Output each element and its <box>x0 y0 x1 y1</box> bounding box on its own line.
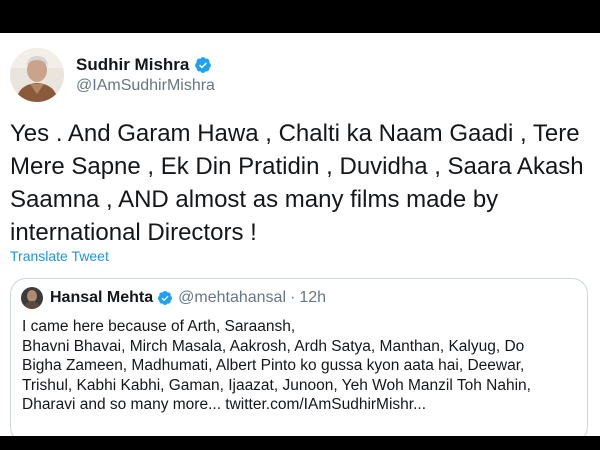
translate-tweet-link[interactable]: Translate Tweet <box>10 248 109 264</box>
author-avatar[interactable] <box>10 48 64 102</box>
verified-badge-icon <box>195 57 212 73</box>
quoted-text-line: Bhavni Bhavai, Mirch Masala, Aakrosh, Ar… <box>22 337 525 355</box>
quoted-text-line: Trishul, Kabhi Kabhi, Gaman, Ijaazat, Ju… <box>22 376 531 394</box>
tweet-text: Yes . And Garam Hawa , Chalti ka Naam Ga… <box>10 117 595 249</box>
quoted-author-name[interactable]: Hansal Mehta <box>50 289 153 307</box>
author-avatar-image <box>10 48 64 102</box>
quoted-text-line[interactable]: Dharavi and so many more... twitter.com/… <box>22 395 582 415</box>
quoted-text-line: I came here because of Arth, Saraansh, <box>22 318 296 335</box>
author-info: Sudhir Mishra @IAmSudhirMishra <box>76 55 215 95</box>
quoted-tweet-time[interactable]: 12h <box>299 289 326 307</box>
quoted-tweet-text: I came here because of Arth, Saraansh, B… <box>22 317 582 415</box>
tweet-text-line: international Directors ! <box>10 219 257 246</box>
author-name[interactable]: Sudhir Mishra <box>76 55 189 75</box>
tweet-card: Sudhir Mishra @IAmSudhirMishra Yes . And… <box>0 33 600 436</box>
verified-badge-icon <box>158 291 173 305</box>
quoted-author-avatar[interactable] <box>21 287 43 309</box>
quoted-text-line: Bigha Zameen, Madhumati, Albert Pinto ko… <box>22 357 525 375</box>
tweet-text-line: Saamna , AND almost as many films made b… <box>10 186 499 213</box>
tweet-text-line: Mere Sapne , Ek Din Pratidin , Duvidha ,… <box>10 153 584 180</box>
quoted-author-handle[interactable]: @mehtahansal <box>178 289 286 307</box>
quoted-tweet[interactable]: Hansal Mehta @mehtahansal · 12h I came h… <box>10 278 588 436</box>
tweet-text-line: Yes . And Garam Hawa , Chalti ka Naam Ga… <box>10 120 580 147</box>
tweet-author-row[interactable]: Sudhir Mishra @IAmSudhirMishra <box>10 47 215 103</box>
quoted-tweet-header: Hansal Mehta @mehtahansal · 12h <box>21 287 326 309</box>
author-handle[interactable]: @IAmSudhirMishra <box>76 77 215 95</box>
author-name-line: Sudhir Mishra <box>76 55 215 75</box>
separator-dot: · <box>290 289 296 306</box>
quoted-author-avatar-image <box>21 287 43 309</box>
